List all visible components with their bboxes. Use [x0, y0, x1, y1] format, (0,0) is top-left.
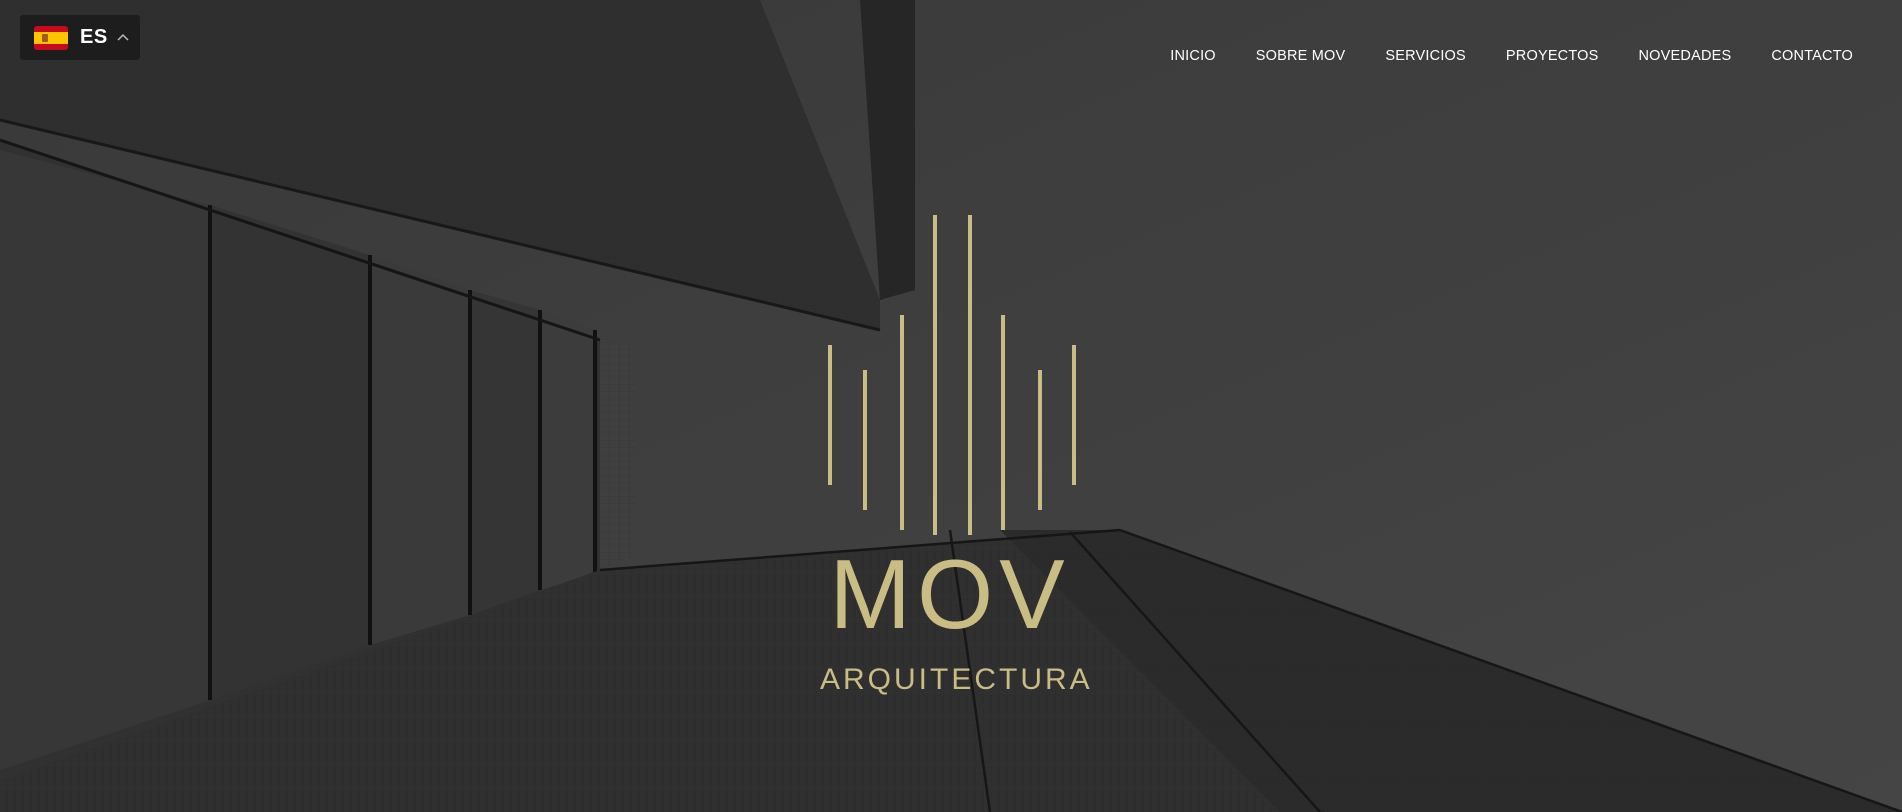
brand-tagline: ARQUITECTURA — [820, 663, 1093, 696]
nav-item-novedades[interactable]: NOVEDADES — [1639, 48, 1732, 64]
nav-item-inicio[interactable]: INICIO — [1170, 48, 1216, 64]
hero-section: ES INICIO SOBRE MOV SERVICIOS PROYECTOS … — [0, 0, 1902, 812]
brand-name: MOV — [829, 539, 1071, 649]
language-code: ES — [80, 26, 108, 48]
logo-bars-icon — [828, 215, 1076, 535]
nav-item-servicios[interactable]: SERVICIOS — [1385, 48, 1466, 64]
nav-item-contacto[interactable]: CONTACTO — [1771, 48, 1853, 64]
chevron-up-icon — [117, 33, 129, 41]
main-nav: INICIO SOBRE MOV SERVICIOS PROYECTOS NOV… — [1130, 48, 1853, 64]
language-switcher[interactable]: ES — [20, 15, 140, 60]
nav-item-proyectos[interactable]: PROYECTOS — [1506, 48, 1599, 64]
brand-logo[interactable]: MOV ARQUITECTURA — [820, 215, 1093, 696]
nav-item-sobre-mov[interactable]: SOBRE MOV — [1256, 48, 1346, 64]
spain-flag-icon — [34, 25, 68, 50]
